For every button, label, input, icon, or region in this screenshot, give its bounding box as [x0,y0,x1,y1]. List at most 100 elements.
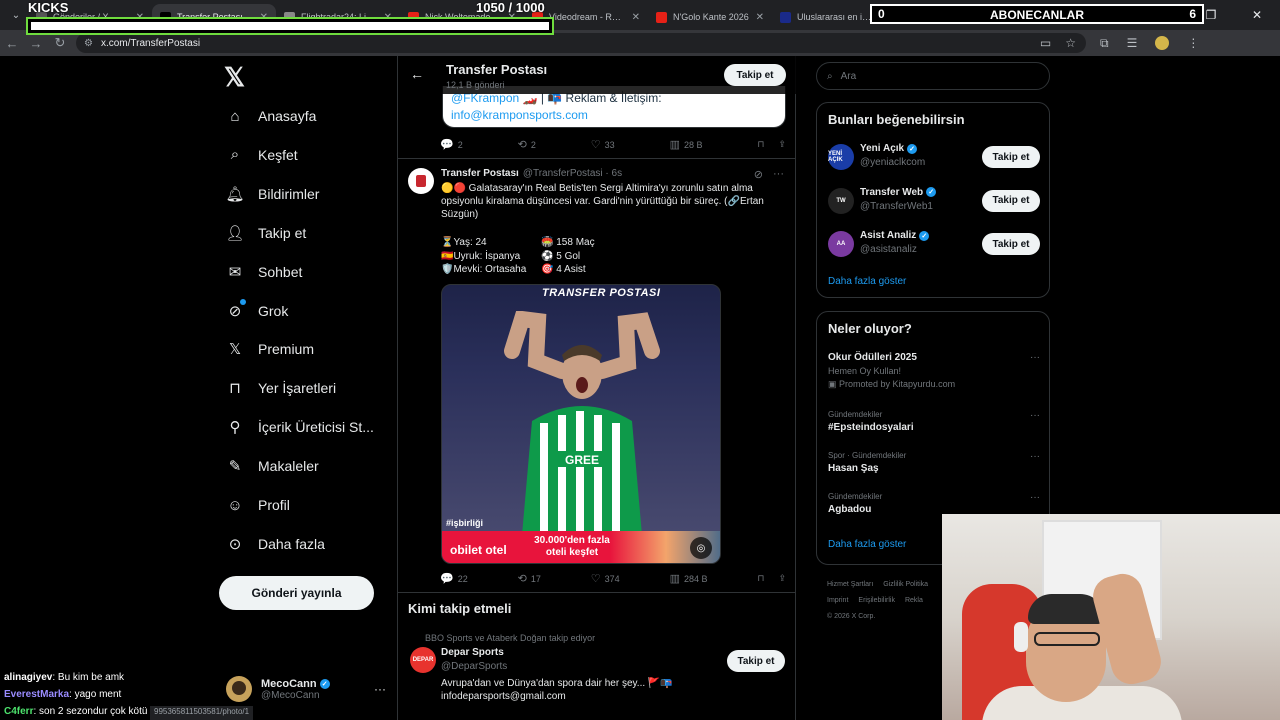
verified-icon: ✓ [319,678,330,689]
nav-item-yer-i-şaretleri[interactable]: ⊓ Yer İşaretleri [226,373,336,403]
browser-menu-icon[interactable]: ⋮ [1187,36,1199,50]
nav-item-takip-et[interactable]: 👤︎ Takip et [225,218,306,248]
post-count: 12,1 B gönderi [446,80,505,90]
tweet-author-name[interactable]: Transfer Postası [441,168,519,179]
avatar[interactable]: YENİ AÇIK [828,144,854,170]
account-handle[interactable]: @yeniaclkcom [860,157,925,168]
show-more-link[interactable]: Daha fazla göster [828,276,906,287]
tweet-avatar[interactable] [408,168,434,194]
image-badge-icon[interactable]: ◎ [690,537,712,559]
nav-label: Keşfet [258,146,298,163]
extensions-icon[interactable]: ⧉ [1100,36,1109,51]
suggestion-avatar[interactable]: DEPAR [410,647,436,673]
footer-link[interactable]: Imprint [827,597,848,604]
follow-button[interactable]: Takip et [982,233,1040,255]
site-info-icon[interactable]: ⚙ [84,38,93,49]
account-name[interactable]: Asist Analiz ✓ [860,230,930,241]
suggestion-handle[interactable]: @DeparSports [441,661,507,672]
more-dots-icon[interactable]: ··· [374,682,386,696]
more-dots-icon[interactable]: ··· [1030,410,1040,421]
follow-button[interactable]: Takip et [982,146,1040,168]
nav-item-sohbet[interactable]: ✉ Sohbet [226,257,303,287]
avatar[interactable]: AA [828,231,854,257]
account-name[interactable]: Yeni Açık ✓ [860,143,918,154]
bookmark-button[interactable]: ⊓ [757,572,764,585]
search-input[interactable]: ⌕ Ara [816,62,1050,90]
kicks-progress-bar [26,17,554,35]
tab-close-icon[interactable]: ✕ [632,12,640,23]
search-placeholder: Ara [840,70,857,82]
bookmark-button[interactable]: ⊓ [757,138,764,151]
tweet-author-handle[interactable]: @TransferPostasi · 6s [523,168,622,179]
show-more-link[interactable]: Daha fazla göster [828,539,906,550]
footer-link[interactable]: Rekla [905,597,923,604]
nav-item-profil[interactable]: ☺ Profil [226,490,290,520]
share-button[interactable]: ⇪ [778,138,786,151]
reply-button[interactable]: 💬 22 [440,572,468,585]
footer-link[interactable]: Hizmet Şartları [827,581,873,588]
nav-item-makaleler[interactable]: ✎ Makaleler [226,451,319,481]
forward-icon[interactable]: → [24,36,48,51]
account-switcher[interactable]: MecoCann ✓ @MecoCann ··· [226,672,386,706]
avatar[interactable]: TW [828,187,854,214]
suggested-account[interactable]: TW Transfer Web ✓ @TransferWeb1 Takip et [828,185,1040,215]
trend-item[interactable]: Spor · Gündemdekiler Hasan Şaş ··· [828,451,1040,474]
share-button[interactable]: ⇪ [778,572,786,585]
repost-button[interactable]: ⟲ 2 [518,138,536,151]
account-handle[interactable]: @TransferWeb1 [860,201,933,212]
more-dots-icon[interactable]: ··· [1030,352,1040,363]
tweet-image[interactable]: TRANSFER POSTASI GREE #işbirliği obilet … [441,284,721,564]
nav-item-daha-fazla[interactable]: ⊙ Daha fazla [226,529,325,559]
chat-username: C4ferr [4,706,34,717]
back-arrow-icon[interactable]: ← [410,66,424,82]
suggestion-name[interactable]: Depar Sports [441,647,504,658]
suggested-account[interactable]: AA Asist Analiz ✓ @asistanaliz Takip et [828,228,1040,258]
bookmark-star-icon[interactable]: ☆ [1065,36,1076,50]
more-dots-icon[interactable]: ··· [773,168,784,181]
install-app-icon[interactable]: ▭ [1040,36,1051,50]
account-handle[interactable]: @asistanaliz [860,244,917,255]
repost-button[interactable]: ⟲ 17 [518,572,541,585]
reply-button[interactable]: 💬 2 [440,138,463,151]
chat-message: EverestMarka: yago ment [4,686,147,703]
card-email[interactable]: info@kramponsports.com [451,107,777,124]
more-dots-icon[interactable]: ··· [1030,451,1040,462]
suggestion-follow-button[interactable]: Takip et [727,650,785,672]
nav-item-i-çerik-üreticisi-st-[interactable]: ⚲ İçerik Üreticisi St... [226,412,374,442]
footer-link[interactable]: Gizlilik Politika [883,581,928,588]
x-logo-icon[interactable]: 𝕏 [224,64,250,90]
like-button[interactable]: ♡ 33 [591,138,615,151]
ad-text: 30.000'den fazla oteli keşfet [534,535,610,558]
grok-icon[interactable]: ⊘ [754,168,763,181]
like-button[interactable]: ♡ 374 [591,572,620,585]
profile-avatar[interactable] [1155,36,1170,50]
reload-icon[interactable]: ↻ [48,35,72,51]
footer-link[interactable]: © 2026 X Corp. [827,613,875,620]
tab-search-button[interactable]: ⌄ [4,4,28,26]
suggested-account[interactable]: YENİ AÇIK Yeni Açık ✓ @yeniaclkcom Takip et [828,141,1040,171]
back-icon[interactable]: ← [0,36,24,51]
footer-link[interactable]: Erişilebilirlik [858,597,895,604]
nav-item-keşfet[interactable]: ⌕ Keşfet [226,140,298,170]
more-dots-icon[interactable]: ··· [1030,492,1040,503]
profile-icon: ☺ [227,496,243,514]
nav-item-grok[interactable]: ⊘ Grok [226,296,288,326]
browser-tab[interactable]: N'Golo Kante 2026 ✕ [648,4,772,30]
follow-button[interactable]: Takip et [982,189,1040,212]
trend-item[interactable]: Okur Ödülleri 2025 Hemen Oy Kullan! ▣ Prom… [828,352,1040,390]
url-omnibox[interactable]: ⚙ x.com/TransferPostasi ▭ ☆ [76,33,1086,53]
trend-item[interactable]: Gündemdekiler Agbadou ··· [828,492,1040,515]
close-window-button[interactable]: ✕ [1234,0,1280,30]
nav-item-anasayfa[interactable]: ⌂ Anasayfa [226,101,316,131]
post-button[interactable]: Gönderi yayınla [219,576,374,610]
trend-item[interactable]: Gündemdekiler #Epsteindosyalari ··· [828,410,1040,433]
player-stats: ⏳Yaş: 24 🏟️ 158 Maç 🇪🇸Uyruk: İspanya ⚽ 5 Go… [441,236,741,277]
tab-close-icon[interactable]: ✕ [756,12,764,23]
reading-list-icon[interactable]: ☰ [1127,36,1138,50]
views-button[interactable]: ▥ 28 B [670,138,703,151]
header-follow-button[interactable]: Takip et [724,64,786,86]
account-name[interactable]: Transfer Web ✓ [860,187,937,198]
nav-item-bildirimler[interactable]: 🔔︎ Bildirimler [225,179,319,209]
nav-item-premium[interactable]: 𝕏 Premium [226,334,314,364]
views-button[interactable]: ▥ 284 B [670,572,708,585]
